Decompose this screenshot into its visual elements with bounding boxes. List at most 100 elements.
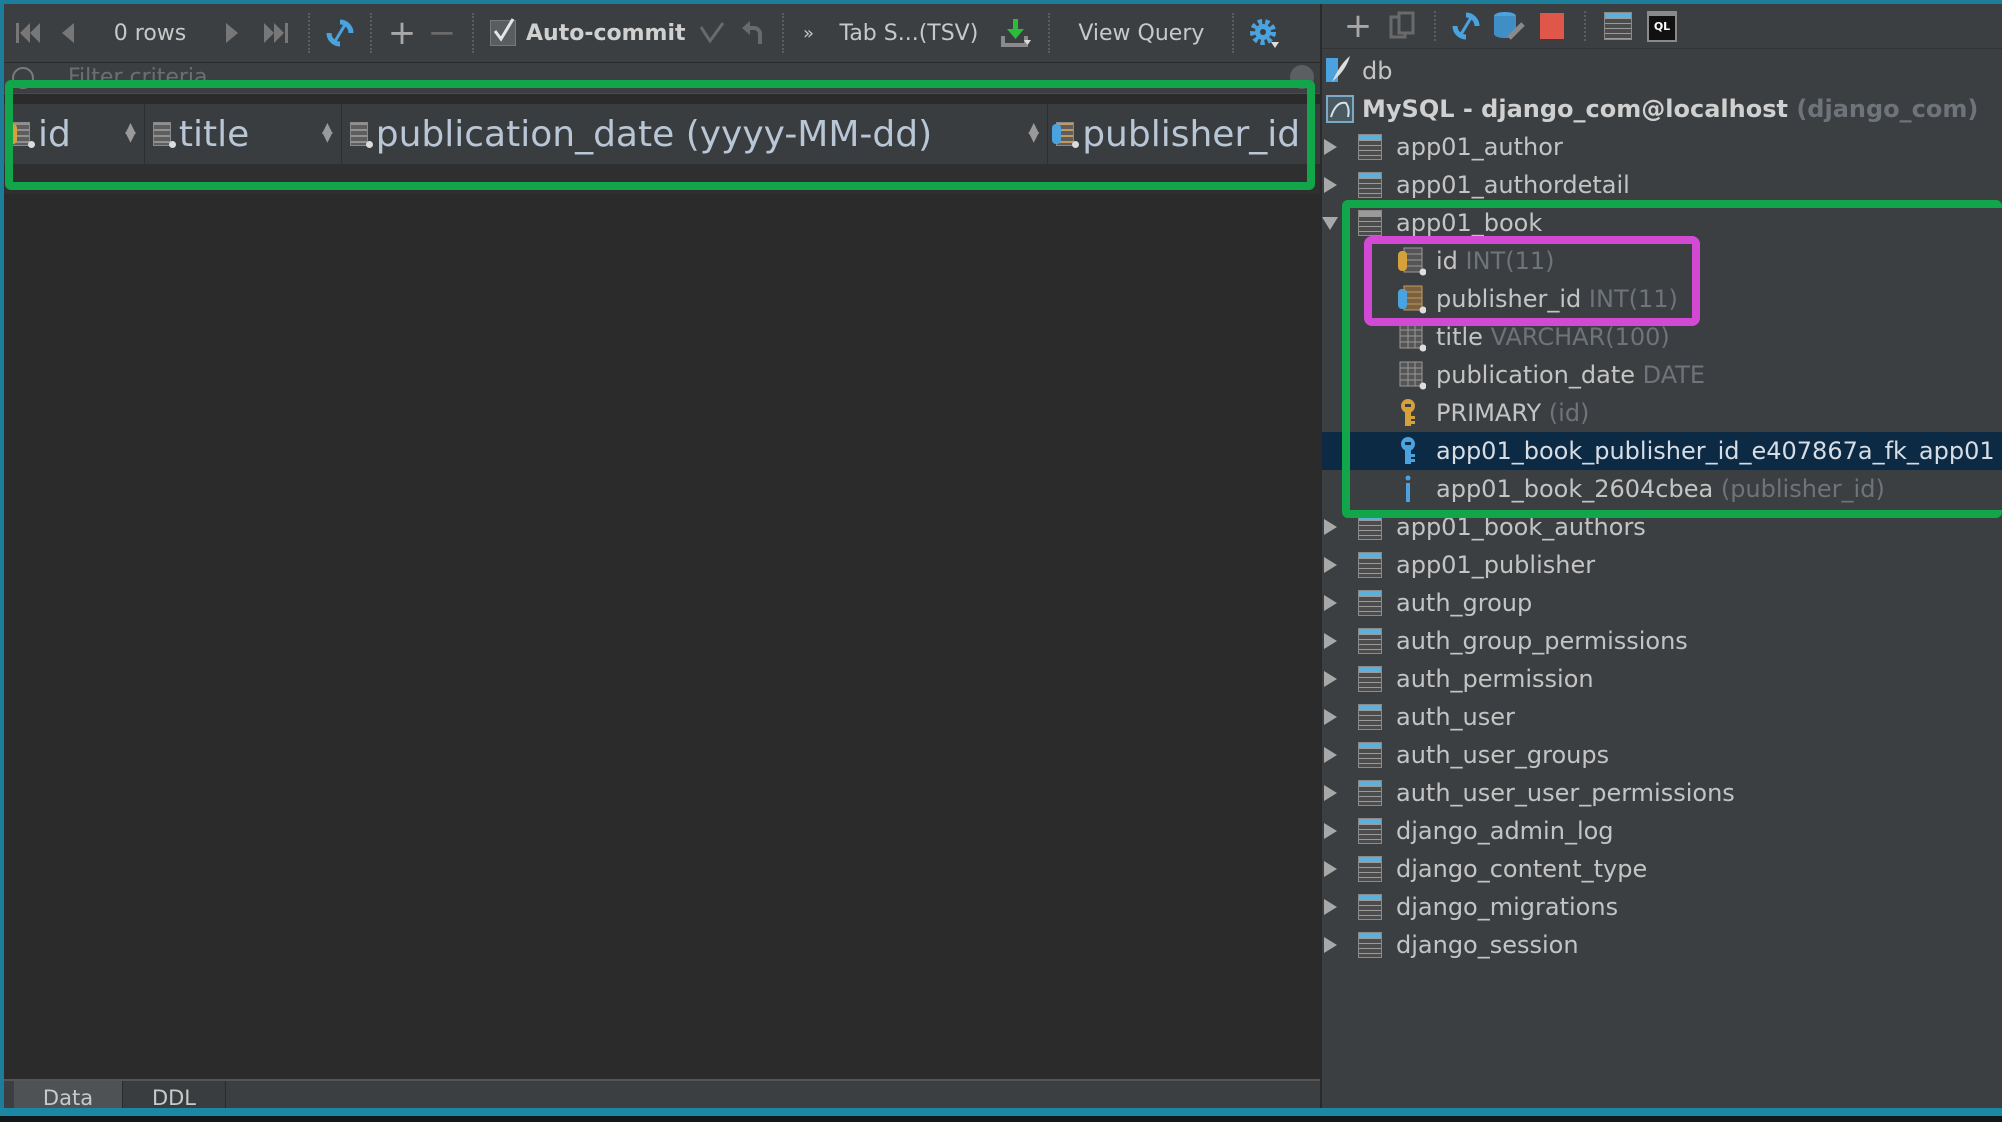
tree-item-connection[interactable]: MySQL - django_com@localhost (django_com… — [1322, 90, 2002, 128]
datasource-properties-button[interactable] — [1486, 4, 1530, 48]
tree-item-table[interactable]: auth_permission — [1322, 660, 2002, 698]
mysql-datasource-icon — [1326, 95, 1354, 129]
expand-arrow-icon[interactable] — [1324, 595, 1337, 611]
minus-icon: − — [427, 13, 457, 53]
toolbar-separator — [1232, 13, 1235, 53]
synchronize-button[interactable] — [1446, 4, 1486, 48]
tree-item-table[interactable]: auth_user_user_permissions — [1322, 774, 2002, 812]
table-icon — [1358, 590, 1382, 616]
table-name: app01_author — [1396, 133, 1563, 161]
rollback-button[interactable] — [732, 4, 772, 62]
highlight-box-key-columns — [1364, 236, 1700, 326]
expand-arrow-icon[interactable] — [1324, 557, 1337, 573]
toolbar-separator — [370, 13, 372, 53]
stop-icon — [1540, 13, 1564, 39]
toolbar-separator — [1048, 13, 1051, 53]
plus-dropdown-icon: + — [1343, 6, 1373, 46]
tree-item-table[interactable]: app01_publisher — [1322, 546, 2002, 584]
settings-button[interactable] — [1244, 4, 1284, 62]
tree-item-table[interactable]: django_migrations — [1322, 888, 2002, 926]
sql-console-button[interactable]: QL — [1640, 4, 1684, 48]
more-actions-button[interactable]: » — [794, 4, 824, 62]
toolbar-separator — [1584, 11, 1586, 41]
next-page-button[interactable] — [210, 4, 254, 62]
expand-arrow-icon[interactable] — [1324, 519, 1337, 535]
data-toolbar: 0 rows + − Auto-commit » Tab S...(TSV) V… — [4, 4, 1320, 63]
table-name: auth_user_user_permissions — [1396, 779, 1735, 807]
tree-item-table[interactable]: auth_user_groups — [1322, 736, 2002, 774]
expand-arrow-icon[interactable] — [1324, 747, 1337, 763]
table-editor-button[interactable] — [1596, 4, 1640, 48]
window-frame-bottom — [0, 1116, 2002, 1122]
highlight-box-columns — [5, 80, 1315, 190]
connection-name: MySQL - django_com@localhost (django_com… — [1362, 95, 1979, 123]
expand-arrow-icon[interactable] — [1324, 633, 1337, 649]
first-page-button[interactable] — [10, 4, 46, 62]
autocommit-toggle[interactable]: Auto-commit — [484, 4, 692, 62]
tree-item-table[interactable]: django_admin_log — [1322, 812, 2002, 850]
table-icon — [1358, 780, 1382, 806]
expand-arrow-icon[interactable] — [1324, 709, 1337, 725]
gear-icon — [1250, 19, 1280, 48]
previous-icon — [62, 23, 74, 43]
tree-item-table[interactable]: auth_group — [1322, 584, 2002, 622]
expand-arrow-icon[interactable] — [1324, 785, 1337, 801]
table-name: django_admin_log — [1396, 817, 1614, 845]
tree-item-table[interactable]: app01_authordetail — [1322, 166, 2002, 204]
export-format-selector[interactable]: Tab S...(TSV) — [824, 4, 995, 62]
copy-icon — [1389, 11, 1415, 39]
table-icon — [1358, 552, 1382, 578]
duplicate-button[interactable] — [1380, 4, 1424, 48]
connection-schema: (django_com) — [1796, 95, 1979, 123]
next-icon — [226, 23, 238, 43]
last-page-button[interactable] — [254, 4, 298, 62]
tree-item-table[interactable]: auth_group_permissions — [1322, 622, 2002, 660]
previous-page-button[interactable] — [46, 4, 90, 62]
toolbar-separator — [1434, 11, 1436, 41]
table-name: auth_group — [1396, 589, 1533, 617]
expand-arrow-icon[interactable] — [1324, 671, 1337, 687]
tree-item-table[interactable]: django_session — [1322, 926, 2002, 964]
tree-item-table[interactable]: auth_user — [1322, 698, 2002, 736]
disconnect-button[interactable] — [1530, 4, 1574, 48]
first-page-icon — [16, 23, 40, 43]
undo-icon — [741, 21, 762, 44]
toolbar-separator — [472, 13, 474, 53]
table-icon — [1358, 704, 1382, 730]
tree-item-db[interactable]: db — [1322, 52, 2002, 90]
commit-button[interactable] — [692, 4, 732, 62]
expand-arrow-icon[interactable] — [1324, 139, 1337, 155]
sql-console-icon: QL — [1647, 10, 1677, 42]
table-icon — [1358, 742, 1382, 768]
download-icon — [1001, 19, 1032, 47]
status-bar — [0, 1108, 2002, 1116]
add-datasource-button[interactable]: + — [1336, 4, 1380, 48]
plus-icon: + — [387, 13, 417, 53]
table-icon — [1358, 134, 1382, 160]
tree-item-table[interactable]: app01_author — [1322, 128, 2002, 166]
table-icon — [1358, 666, 1382, 692]
delete-row-button[interactable]: − — [422, 4, 462, 62]
expand-arrow-icon[interactable] — [1324, 899, 1337, 915]
table-icon — [1358, 894, 1382, 920]
database-explorer-panel: + QL db MySQL - django_com@localhost (dja… — [1320, 4, 2002, 1108]
view-query-button[interactable]: View Query — [1060, 4, 1222, 62]
table-name: auth_user_groups — [1396, 741, 1610, 769]
refresh-button[interactable] — [320, 4, 360, 62]
table-icon — [1358, 628, 1382, 654]
collapse-arrow-icon[interactable] — [1322, 217, 1338, 230]
checkbox-checked-icon — [490, 18, 516, 46]
expand-arrow-icon[interactable] — [1324, 823, 1337, 839]
commit-check-icon — [699, 22, 724, 44]
table-name: auth_permission — [1396, 665, 1594, 693]
add-row-button[interactable]: + — [382, 4, 422, 62]
tree-item-table[interactable]: django_content_type — [1322, 850, 2002, 888]
expand-arrow-icon[interactable] — [1324, 937, 1337, 953]
expand-arrow-icon[interactable] — [1324, 177, 1337, 193]
table-name: auth_user — [1396, 703, 1515, 731]
refresh-icon — [1452, 12, 1480, 40]
export-button[interactable] — [994, 4, 1038, 62]
autocommit-label: Auto-commit — [526, 20, 686, 46]
table-icon — [1358, 818, 1382, 844]
expand-arrow-icon[interactable] — [1324, 861, 1337, 877]
